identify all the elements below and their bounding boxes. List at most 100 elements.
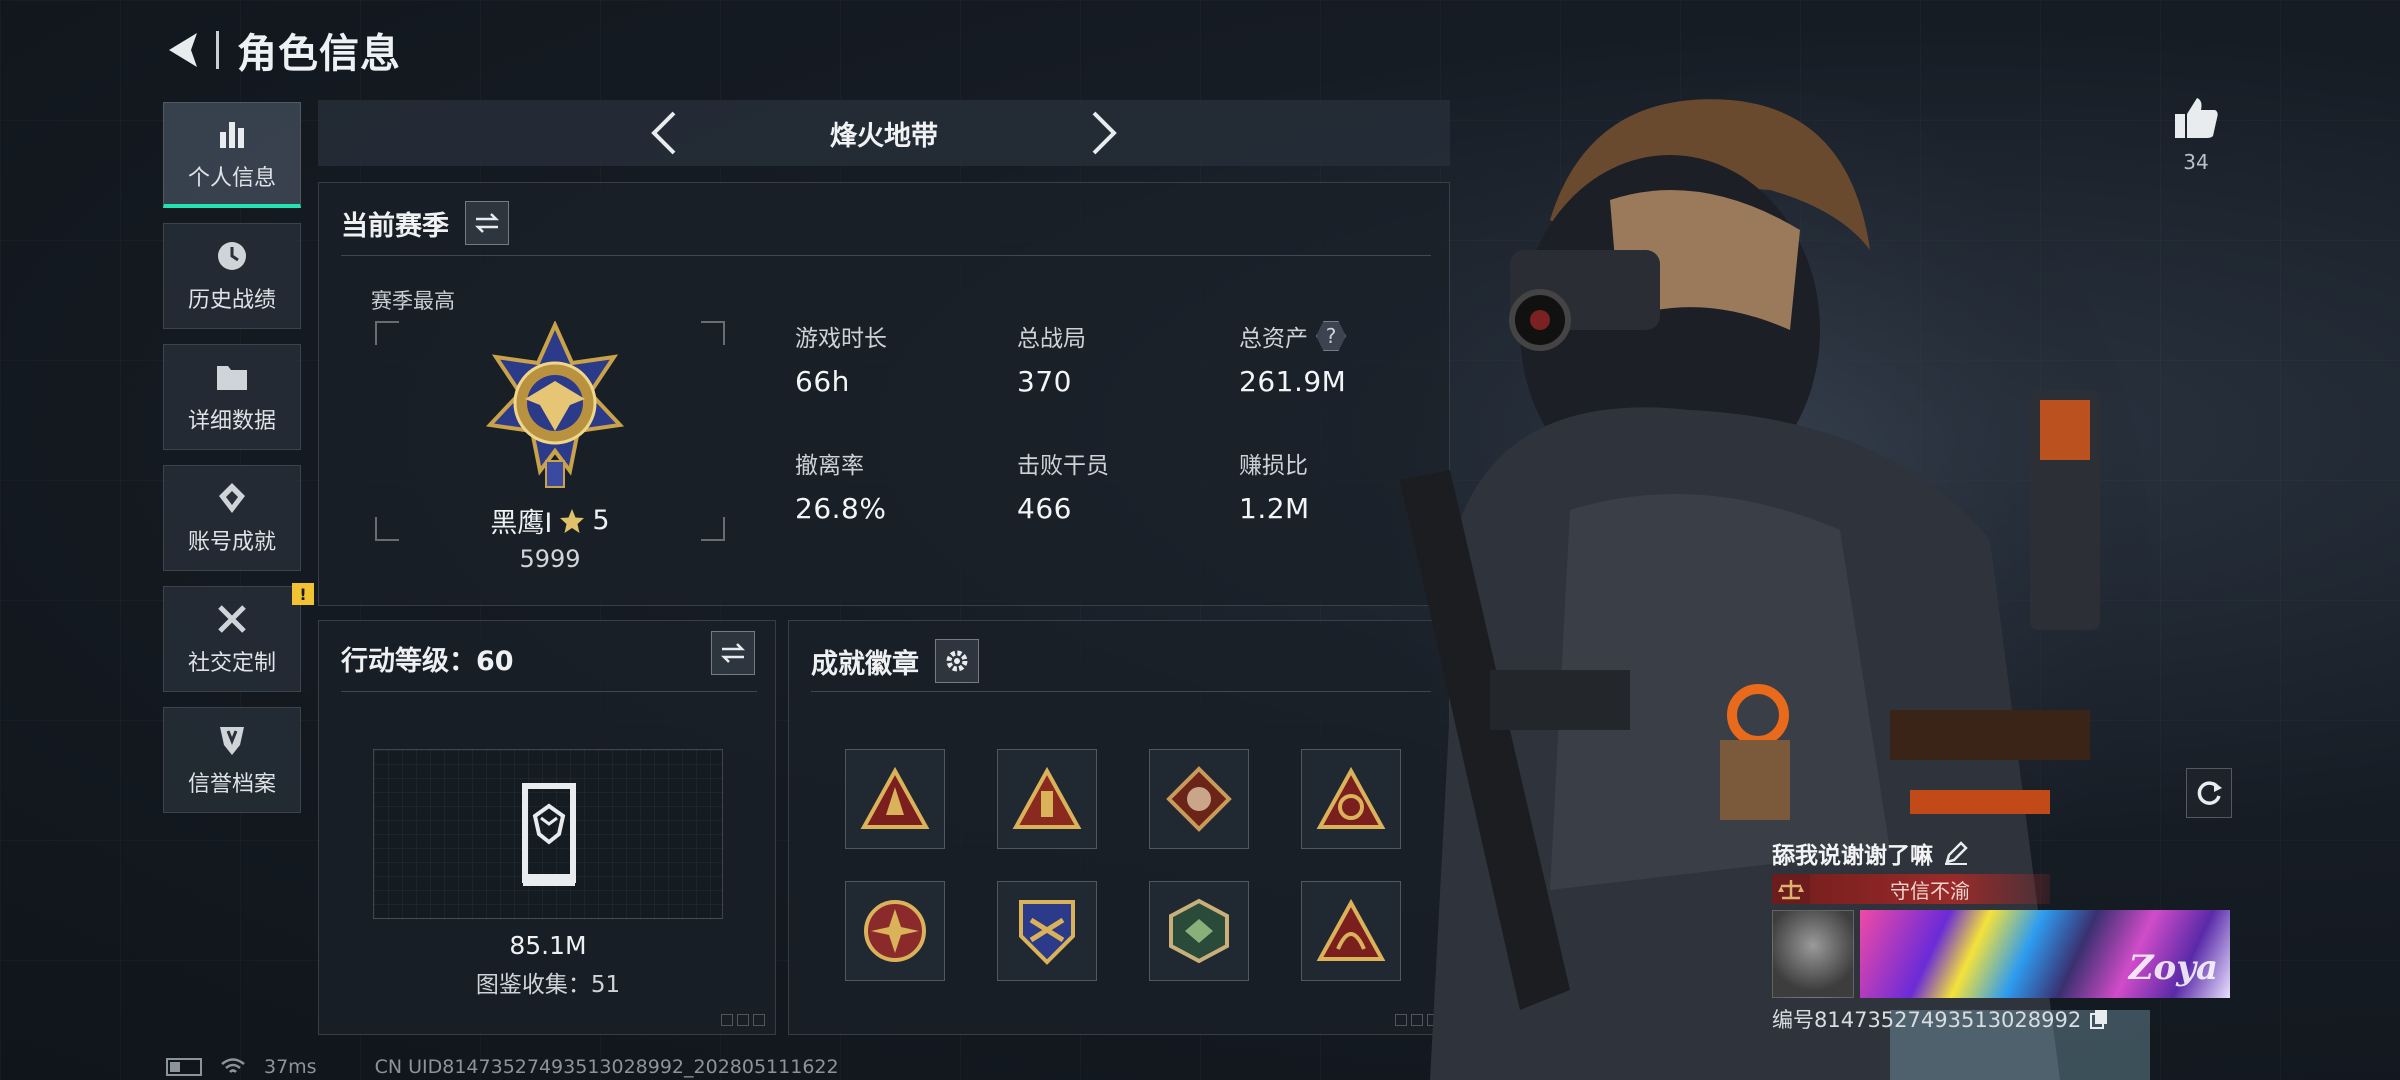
like-button[interactable]: 34 [2166,96,2226,174]
badge-item[interactable] [1149,749,1249,849]
hexagon-badge-icon [1169,898,1229,964]
header: 角色信息 [160,22,401,78]
sidebar-item-history[interactable]: 历史战绩 [163,223,301,329]
season-panel: 当前赛季 赛季最高 黑鹰I 5 5999 游戏时长 66h 总战局 370 总资… [318,182,1450,606]
season-highest-label: 赛季最高 [371,289,455,313]
sidebar: 个人信息 历史战绩 详细数据 账号成就 社交定制 ! 信誉档案 [163,102,314,828]
badge-item[interactable] [1149,881,1249,981]
page-title: 角色信息 [237,31,401,77]
action-switch-button[interactable] [711,631,755,675]
nickname-row: 舔我说谢谢了嘛 [1772,836,2234,870]
round-badge-icon [864,900,926,962]
edit-icon[interactable] [1943,840,1969,866]
refresh-button[interactable] [2186,768,2232,818]
status-uid-text: CN UID81473527493513028992_202805111622 [374,1056,839,1078]
badge-item[interactable] [997,881,1097,981]
sidebar-item-personal-info[interactable]: 个人信息 [163,102,301,208]
collection-count: 图鉴收集：51 [475,972,621,998]
collection-preview[interactable] [373,749,723,919]
scales-icon [1772,874,1810,904]
season-title: 当前赛季 [341,210,449,242]
refresh-icon [2197,781,2222,805]
sidebar-item-label: 账号成就 [187,530,276,555]
trust-label: 守信不渝 [1810,874,2050,904]
sidebar-item-label: 详细数据 [187,409,276,434]
badge-item[interactable] [997,749,1097,849]
rank-score: 5999 [519,545,581,573]
chevron-left-icon [651,111,676,155]
uid-text: 编号81473527493513028992 [1772,1008,2082,1032]
uid-row: 编号81473527493513028992 [1772,1004,2234,1034]
tools-icon [214,601,250,637]
back-arrow-icon [169,33,197,67]
like-count: 34 [2183,150,2209,174]
badges-settings-button[interactable] [935,639,979,683]
sidebar-item-label: 历史战绩 [187,288,276,313]
shield-icon [214,722,250,758]
sidebar-item-achievements[interactable]: 账号成就 [163,465,301,571]
ping-text: 37ms [264,1056,317,1078]
copy-icon[interactable] [2089,1008,2109,1030]
wifi-icon [221,1058,245,1073]
gear-icon [946,650,968,672]
sidebar-item-details[interactable]: 详细数据 [163,344,301,450]
title-separator [216,31,219,69]
badge-item[interactable] [845,749,945,849]
status-bar: 37ms CN UID81473527493513028992_20280511… [166,1056,839,1078]
thumbs-up-icon [2175,98,2218,138]
mode-selector: 烽火地带 [318,100,1450,166]
season-stats: 游戏时长 66h 总战局 370 总资产 ? 261.9M 撤离率 26.8% … [795,319,1435,525]
sidebar-item-label: 社交定制 [187,651,276,676]
nickname: 舔我说谢谢了嘛 [1772,843,1933,869]
rank-stars: 5 [592,505,610,536]
triangle-badge-icon [860,767,930,829]
season-switch-button[interactable] [465,201,509,245]
action-level-panel: 行动等级：60 85.1M 图鉴收集：51 [318,620,776,1035]
divider [341,255,1431,256]
triangle-badge-icon [1012,767,1082,829]
stat-total-matches: 总战局 370 [1017,326,1086,398]
stat-play-time: 游戏时长 66h [795,326,887,398]
divider [811,691,1431,692]
sidebar-item-reputation[interactable]: 信誉档案 [163,707,301,813]
trophy-icon [214,480,250,516]
rank-name: 黑鹰I 5 [375,501,725,540]
profile-card: 舔我说谢谢了嘛 守信不渝 Zoya 编号81473527493513028992 [1772,836,2234,1034]
clock-icon [214,238,250,274]
badge-grid [845,749,1401,981]
profile-banner[interactable]: Zoya [1860,910,2230,998]
shield-badge-icon [1019,900,1075,965]
sidebar-item-social[interactable]: 社交定制 ! [163,583,314,692]
collection-case-icon [522,783,576,886]
rank-name-text: 黑鹰I [490,508,553,539]
trust-row: 守信不渝 [1772,874,2234,904]
chevron-right-icon [1092,111,1117,155]
back-button[interactable] [160,27,206,73]
rank-emblem-icon [485,321,625,488]
sidebar-item-label: 个人信息 [187,165,276,191]
star-icon [560,508,585,533]
bar-chart-icon [214,116,250,152]
avatar[interactable] [1772,910,1854,998]
mode-prev-button[interactable] [644,108,684,158]
sidebar-item-label: 信誉档案 [187,772,276,797]
swap-icon [720,643,746,663]
help-icon[interactable]: ? [1316,321,1346,351]
rank-frame: 黑鹰I 5 [375,321,725,541]
stat-extract-rate: 撤离率 26.8% [795,453,887,525]
stat-operators-defeated: 击败干员 466 [1017,453,1109,525]
achievement-badges-panel: 成就徽章 [788,620,1450,1035]
swap-icon [474,213,500,233]
action-level-title: 行动等级：60 [341,646,514,677]
mode-next-button[interactable] [1084,108,1124,158]
badges-title: 成就徽章 [811,648,919,680]
badge-item[interactable] [845,881,945,981]
banner-row: Zoya [1772,910,2234,998]
notification-badge: ! [292,583,314,605]
divider [341,691,757,692]
corner-decoration [721,1014,765,1026]
battery-icon [166,1058,202,1076]
mode-title: 烽火地带 [830,120,938,152]
banner-text: Zoya [2128,948,2218,988]
collection-value: 85.1M [509,931,587,960]
